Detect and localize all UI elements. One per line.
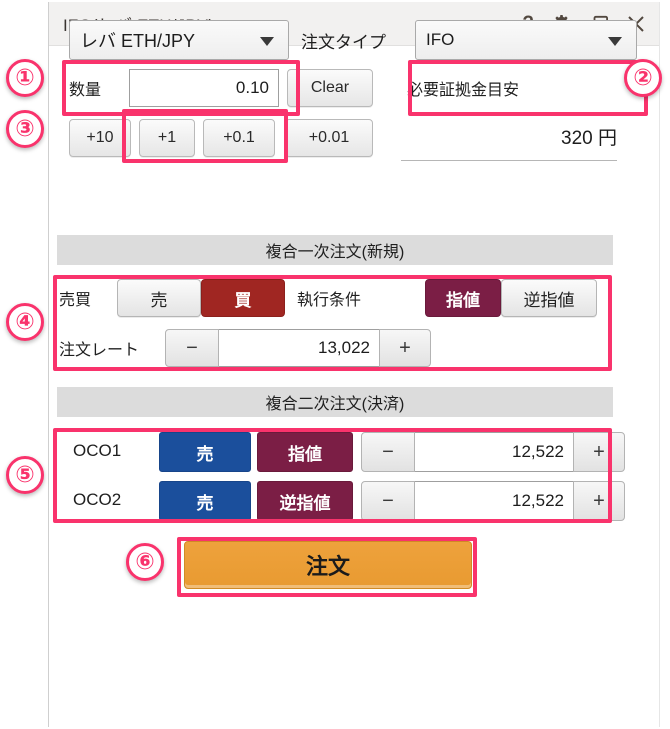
oco1-plus-button[interactable]: + (573, 432, 625, 472)
chevron-down-icon (608, 37, 622, 46)
oco1-side-label: 売 (196, 444, 214, 464)
execution-condition-label: 執行条件 (297, 292, 362, 309)
currency-pair-select[interactable]: レバ ETH/JPY (69, 20, 289, 60)
oco2-condition-label: 逆指値 (279, 493, 331, 513)
oco1-minus-button[interactable]: − (361, 432, 415, 472)
oco2-side-button[interactable]: 売 (159, 481, 251, 521)
condition-stop-button[interactable]: 逆指値 (501, 279, 597, 317)
step-label: +1 (157, 129, 177, 146)
primary-order-header-label: 複合一次注文(新規) (265, 244, 405, 261)
oco1-rate-input[interactable]: 12,522 (415, 432, 573, 472)
margin-label: 必要証拠金目安 (407, 82, 520, 99)
order-rate-input[interactable]: 13,022 (219, 329, 379, 367)
order-rate-plus-button[interactable]: + (379, 329, 431, 367)
minus-icon: − (186, 336, 198, 359)
primary-order-header: 複合一次注文(新規) (57, 235, 613, 265)
side-label: 売買 (59, 292, 92, 309)
oco2-label: OCO2 (73, 490, 122, 509)
step-plus001-button[interactable]: +0.01 (285, 119, 373, 157)
oco2-plus-button[interactable]: + (573, 481, 625, 521)
side-sell-label: 売 (150, 290, 168, 310)
margin-underline (401, 160, 617, 161)
order-rate-label: 注文レート (59, 342, 140, 359)
side-buy-button[interactable]: 買 (201, 279, 285, 317)
minus-icon: − (382, 489, 394, 512)
marker-4: ④ (6, 303, 44, 341)
oco2-condition-button[interactable]: 逆指値 (257, 481, 353, 521)
clear-button[interactable]: Clear (287, 69, 373, 107)
margin-value: 320 円 (561, 127, 617, 149)
order-type-select[interactable]: IFO (415, 20, 637, 60)
condition-limit-button[interactable]: 指値 (425, 279, 501, 317)
quantity-input[interactable]: 0.10 (129, 69, 279, 107)
step-plus10-button[interactable]: +10 (69, 119, 131, 157)
condition-stop-label: 逆指値 (523, 290, 575, 310)
order-rate-minus-button[interactable]: − (165, 329, 219, 367)
marker-2: ② (624, 59, 662, 97)
submit-order-button[interactable]: 注文 (184, 541, 472, 589)
plus-icon: + (593, 489, 605, 512)
marker-5: ⑤ (6, 456, 44, 494)
side-sell-button[interactable]: 売 (117, 279, 201, 317)
clear-label: Clear (310, 79, 350, 96)
oco2-rate-input[interactable]: 12,522 (415, 481, 573, 521)
condition-limit-label: 指値 (446, 290, 480, 310)
chevron-down-icon (260, 37, 274, 46)
oco1-condition-button[interactable]: 指値 (257, 432, 353, 472)
secondary-order-header-label: 複合二次注文(決済) (265, 396, 405, 413)
side-buy-label: 買 (234, 290, 252, 310)
marker-1: ① (6, 59, 44, 97)
oco2-rate-value: 12,522 (512, 491, 564, 510)
submit-order-label: 注文 (305, 554, 350, 579)
oco2-side-label: 売 (196, 493, 214, 513)
plus-icon: + (593, 440, 605, 463)
currency-pair-value: レバ ETH/JPY (80, 31, 196, 51)
oco1-label: OCO1 (73, 441, 122, 460)
step-plus1-button[interactable]: +1 (139, 119, 195, 157)
order-rate-value: 13,022 (318, 338, 370, 357)
step-label: +0.1 (223, 129, 255, 146)
screenshot-root: IFO(レバ ETH/JPY) ? レ (0, 0, 670, 729)
step-label: +10 (86, 129, 114, 146)
marker-3: ③ (6, 110, 44, 148)
marker-6: ⑥ (126, 543, 164, 581)
secondary-order-header: 複合二次注文(決済) (57, 387, 613, 417)
order-type-label: 注文タイプ (301, 32, 386, 52)
quantity-value: 0.10 (235, 78, 269, 97)
order-type-value: IFO (426, 30, 455, 49)
plus-icon: + (399, 336, 411, 359)
minus-icon: − (382, 440, 394, 463)
oco2-minus-button[interactable]: − (361, 481, 415, 521)
oco1-rate-value: 12,522 (512, 442, 564, 461)
step-plus01-button[interactable]: +0.1 (203, 119, 275, 157)
ifo-order-panel: IFO(レバ ETH/JPY) ? レ (48, 2, 660, 727)
oco1-condition-label: 指値 (288, 444, 322, 464)
step-label: +0.01 (308, 129, 350, 146)
quantity-label: 数量 (69, 82, 102, 99)
oco1-side-button[interactable]: 売 (159, 432, 251, 472)
